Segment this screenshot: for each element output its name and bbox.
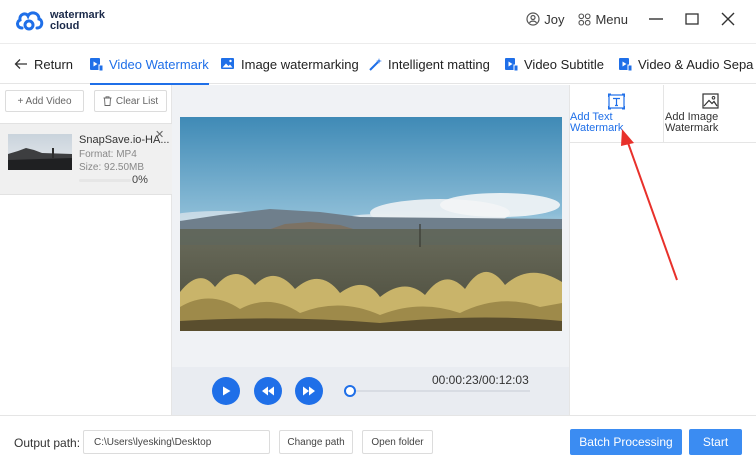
logo-text-line2: cloud [50, 20, 80, 32]
play-icon [223, 386, 231, 396]
trash-icon [103, 96, 112, 106]
seek-handle[interactable] [343, 385, 356, 397]
watermark-tools-panel: Add Text Watermark Add Image Watermark [569, 85, 756, 415]
feature-tab-bar: Return Video Watermark Image watermarkin… [0, 44, 756, 85]
video-preview-area: 00:00:23/00:12:03 [172, 85, 569, 415]
arrow-left-icon [14, 59, 27, 69]
clear-list-label: Clear List [115, 95, 159, 107]
file-list-panel: + Add Video Clear List SnapSave.io-HA...… [0, 85, 172, 415]
open-folder-button[interactable]: Open folder [362, 430, 433, 454]
tab-image-watermarking[interactable]: Image watermarking [221, 44, 359, 84]
magic-wand-icon [369, 57, 382, 71]
fast-forward-icon [303, 386, 315, 396]
menu-grid-icon [578, 12, 592, 26]
text-box-icon [608, 93, 625, 110]
add-image-watermark-label: Add Image Watermark [665, 111, 719, 134]
tab-video-subtitle[interactable]: Video Subtitle [505, 44, 604, 84]
remove-file-button[interactable]: ✕ [155, 128, 164, 141]
tab-label: Video & Audio Sepa [638, 56, 754, 72]
return-label: Return [34, 56, 74, 72]
output-path-label: Output path: [14, 436, 81, 450]
play-button[interactable] [212, 377, 240, 405]
add-video-button[interactable]: + Add Video [5, 90, 84, 112]
tab-label: Image watermarking [241, 56, 359, 72]
tab-label: Video Subtitle [524, 56, 604, 72]
file-size: Size: 92.50MB [79, 162, 145, 173]
output-path-field[interactable]: C:\Users\lyesking\Desktop [83, 430, 270, 454]
clear-list-button[interactable]: Clear List [94, 90, 167, 112]
image-outline-icon [702, 93, 719, 109]
tab-label: Intelligent matting [388, 56, 490, 72]
rewind-button[interactable] [254, 377, 282, 405]
output-bar: Output path: C:\Users\lyesking\Desktop C… [0, 415, 756, 466]
file-format: Format: MP4 [79, 149, 137, 160]
rewind-icon [262, 386, 274, 396]
title-bar: watermark cloud Joy Menu [0, 0, 756, 44]
minimize-icon [649, 18, 663, 20]
file-progress-text: 0% [132, 174, 148, 186]
video-frame-image [180, 117, 562, 331]
file-list-toolbar: + Add Video Clear List [0, 85, 172, 117]
tab-label: Video Watermark [109, 56, 209, 72]
return-button[interactable]: Return [14, 44, 73, 84]
batch-processing-button[interactable]: Batch Processing [570, 429, 682, 455]
video-frame[interactable] [180, 117, 562, 331]
add-image-watermark-button[interactable]: Add Image Watermark [663, 85, 756, 143]
change-path-button[interactable]: Change path [279, 430, 353, 454]
file-progress-bar [79, 179, 131, 182]
tab-intelligent-matting[interactable]: Intelligent matting [369, 44, 490, 84]
maximize-button[interactable] [684, 11, 700, 27]
user-icon [526, 12, 540, 26]
menu-label: Menu [595, 11, 628, 27]
maximize-icon [685, 13, 699, 25]
playback-time: 00:00:23/00:12:03 [432, 373, 529, 387]
app-logo: watermark cloud [14, 8, 105, 34]
tab-video-audio-separation[interactable]: Video & Audio Sepa [619, 44, 753, 84]
video-thumbnail [8, 134, 72, 170]
add-text-watermark-label: Add Text Watermark [570, 111, 624, 134]
close-button[interactable] [720, 11, 736, 27]
minimize-button[interactable] [648, 11, 664, 27]
start-button[interactable]: Start [689, 429, 742, 455]
video-watermark-icon [90, 58, 103, 71]
user-account[interactable]: Joy [526, 12, 564, 27]
seek-bar[interactable] [344, 390, 530, 392]
video-subtitle-icon [505, 58, 518, 71]
tab-video-watermark[interactable]: Video Watermark [90, 44, 209, 85]
fast-forward-button[interactable] [295, 377, 323, 405]
user-name: Joy [544, 11, 565, 27]
add-text-watermark-button[interactable]: Add Text Watermark [570, 85, 663, 143]
video-audio-icon [619, 58, 632, 71]
player-controls: 00:00:23/00:12:03 [172, 367, 569, 415]
menu-button[interactable]: Menu [578, 12, 628, 27]
close-icon [721, 12, 735, 26]
image-icon [221, 57, 234, 69]
cloud-logo-icon [16, 11, 44, 31]
file-list-item[interactable]: SnapSave.io-HA... Format: MP4 Size: 92.5… [0, 123, 172, 195]
